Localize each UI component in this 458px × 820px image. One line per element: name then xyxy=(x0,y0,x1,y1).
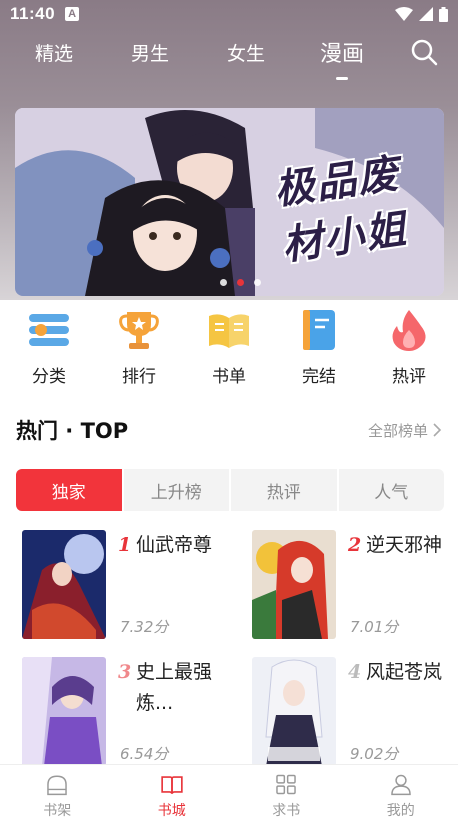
tab-male[interactable]: 男生 xyxy=(102,39,198,66)
nav-bookshelf[interactable]: 书架 xyxy=(0,765,115,820)
rank-number: 3 xyxy=(118,661,132,683)
status-icons xyxy=(395,6,448,22)
signal-icon xyxy=(419,7,433,21)
tab-comics[interactable]: 漫画 xyxy=(294,36,390,80)
ranking-title-line: 2 逆天邪神 xyxy=(348,530,444,561)
rank-number: 4 xyxy=(348,661,362,683)
book-cover xyxy=(252,657,336,766)
section-title: 热门 · TOP xyxy=(16,419,129,443)
nav-label: 书架 xyxy=(43,803,72,819)
nav-bookstore[interactable]: 书城 xyxy=(115,765,230,820)
tab-featured[interactable]: 精选 xyxy=(6,39,102,66)
ranking-info: 1 仙武帝尊 7.32分 xyxy=(118,530,218,639)
battery-icon xyxy=(439,6,448,22)
flame-icon xyxy=(392,310,426,351)
nav-label: 我的 xyxy=(386,803,415,819)
entry-label: 热评 xyxy=(392,367,426,387)
book-title: 仙武帝尊 xyxy=(136,534,213,556)
ranking-item[interactable]: 4 风起苍岚 9.02分 xyxy=(252,657,442,766)
all-rankings-link[interactable]: 全部榜单 xyxy=(368,420,442,441)
banner-title: 极品废材小姐 xyxy=(271,149,411,270)
category-icon xyxy=(29,314,69,346)
rank-number: 2 xyxy=(348,534,362,556)
tab-rising[interactable]: 上升榜 xyxy=(124,469,231,511)
entry-finished[interactable]: 完结 xyxy=(279,308,359,390)
tab-popularity[interactable]: 人气 xyxy=(339,469,445,511)
trophy-icon xyxy=(119,312,159,349)
carousel-indicators xyxy=(220,279,261,286)
entry-booklist[interactable]: 书单 xyxy=(189,308,269,390)
bookshelf-icon xyxy=(47,775,68,796)
entry-category[interactable]: 分类 xyxy=(9,308,89,390)
carousel-dot xyxy=(254,279,261,286)
rank-number: 1 xyxy=(118,534,132,556)
book-title: 史上最强炼... xyxy=(136,661,213,714)
entry-label: 分类 xyxy=(32,367,66,387)
nav-label: 求书 xyxy=(272,803,301,819)
entry-hot-reviews[interactable]: 热评 xyxy=(369,308,449,390)
ranking-info: 2 逆天邪神 7.01分 xyxy=(348,530,444,639)
book-title: 逆天邪神 xyxy=(366,534,443,556)
ranking-item[interactable]: 3 史上最强炼... 6.54分 xyxy=(22,657,252,766)
banner-carousel[interactable]: 极品废材小姐 xyxy=(15,108,444,296)
nav-label: 书城 xyxy=(157,803,186,819)
ranking-info: 4 风起苍岚 9.02分 xyxy=(348,657,444,766)
book-title: 风起苍岚 xyxy=(366,661,443,683)
profile-icon xyxy=(390,774,411,796)
carousel-dot xyxy=(220,279,227,286)
bottom-nav: 书架 书城 求书 我的 xyxy=(0,764,458,820)
ranking-item[interactable]: 2 逆天邪神 7.01分 xyxy=(252,530,442,639)
nav-profile[interactable]: 我的 xyxy=(344,765,458,820)
tab-exclusive[interactable]: 独家 xyxy=(16,469,124,511)
book-score: 9.02分 xyxy=(350,745,399,763)
ranking-title-line: 4 风起苍岚 xyxy=(348,657,444,688)
ranking-title-line: 1 仙武帝尊 xyxy=(118,530,218,561)
all-rankings-label: 全部榜单 xyxy=(367,421,428,440)
book-cover xyxy=(22,530,106,639)
ranking-title-line: 3 史上最强炼... xyxy=(118,657,218,719)
entry-label: 排行 xyxy=(122,367,156,387)
request-book-icon xyxy=(276,774,297,795)
finished-book-icon xyxy=(303,310,335,350)
entry-ranking[interactable]: 排行 xyxy=(99,308,179,390)
nav-request-book[interactable]: 求书 xyxy=(229,765,344,820)
section-header: 热门 · TOP 全部榜单 xyxy=(16,416,442,444)
quick-entries: 分类 排行 书单 完结 热评 xyxy=(0,308,458,390)
ranking-list: 1 仙武帝尊 7.32分 2 逆天邪神 7.01分 3 史上最强炼... 6.5… xyxy=(22,530,442,766)
wifi-icon xyxy=(395,7,413,21)
entry-label: 书单 xyxy=(212,367,246,387)
ranking-item[interactable]: 1 仙武帝尊 7.32分 xyxy=(22,530,252,639)
book-cover xyxy=(22,657,106,766)
status-time: 11:40 xyxy=(10,4,56,23)
top-nav: 精选 男生 女生 漫画 xyxy=(0,30,458,80)
book-cover xyxy=(252,530,336,639)
book-score: 6.54分 xyxy=(120,745,169,763)
entry-label: 完结 xyxy=(302,367,336,387)
notification-icon: A xyxy=(65,7,80,21)
tab-female[interactable]: 女生 xyxy=(198,39,294,66)
search-icon[interactable] xyxy=(410,38,438,66)
chevron-right-icon xyxy=(433,423,442,437)
status-bar: 11:40 A xyxy=(0,0,458,28)
book-list-icon xyxy=(209,314,249,348)
ranking-tabs: 独家 上升榜 热评 人气 xyxy=(16,469,444,511)
bookstore-icon xyxy=(161,776,183,794)
ranking-info: 3 史上最强炼... 6.54分 xyxy=(118,657,218,766)
book-score: 7.01分 xyxy=(350,618,399,636)
book-score: 7.32分 xyxy=(120,618,169,636)
tab-hot-reviews[interactable]: 热评 xyxy=(231,469,339,511)
carousel-dot-active xyxy=(237,279,244,286)
